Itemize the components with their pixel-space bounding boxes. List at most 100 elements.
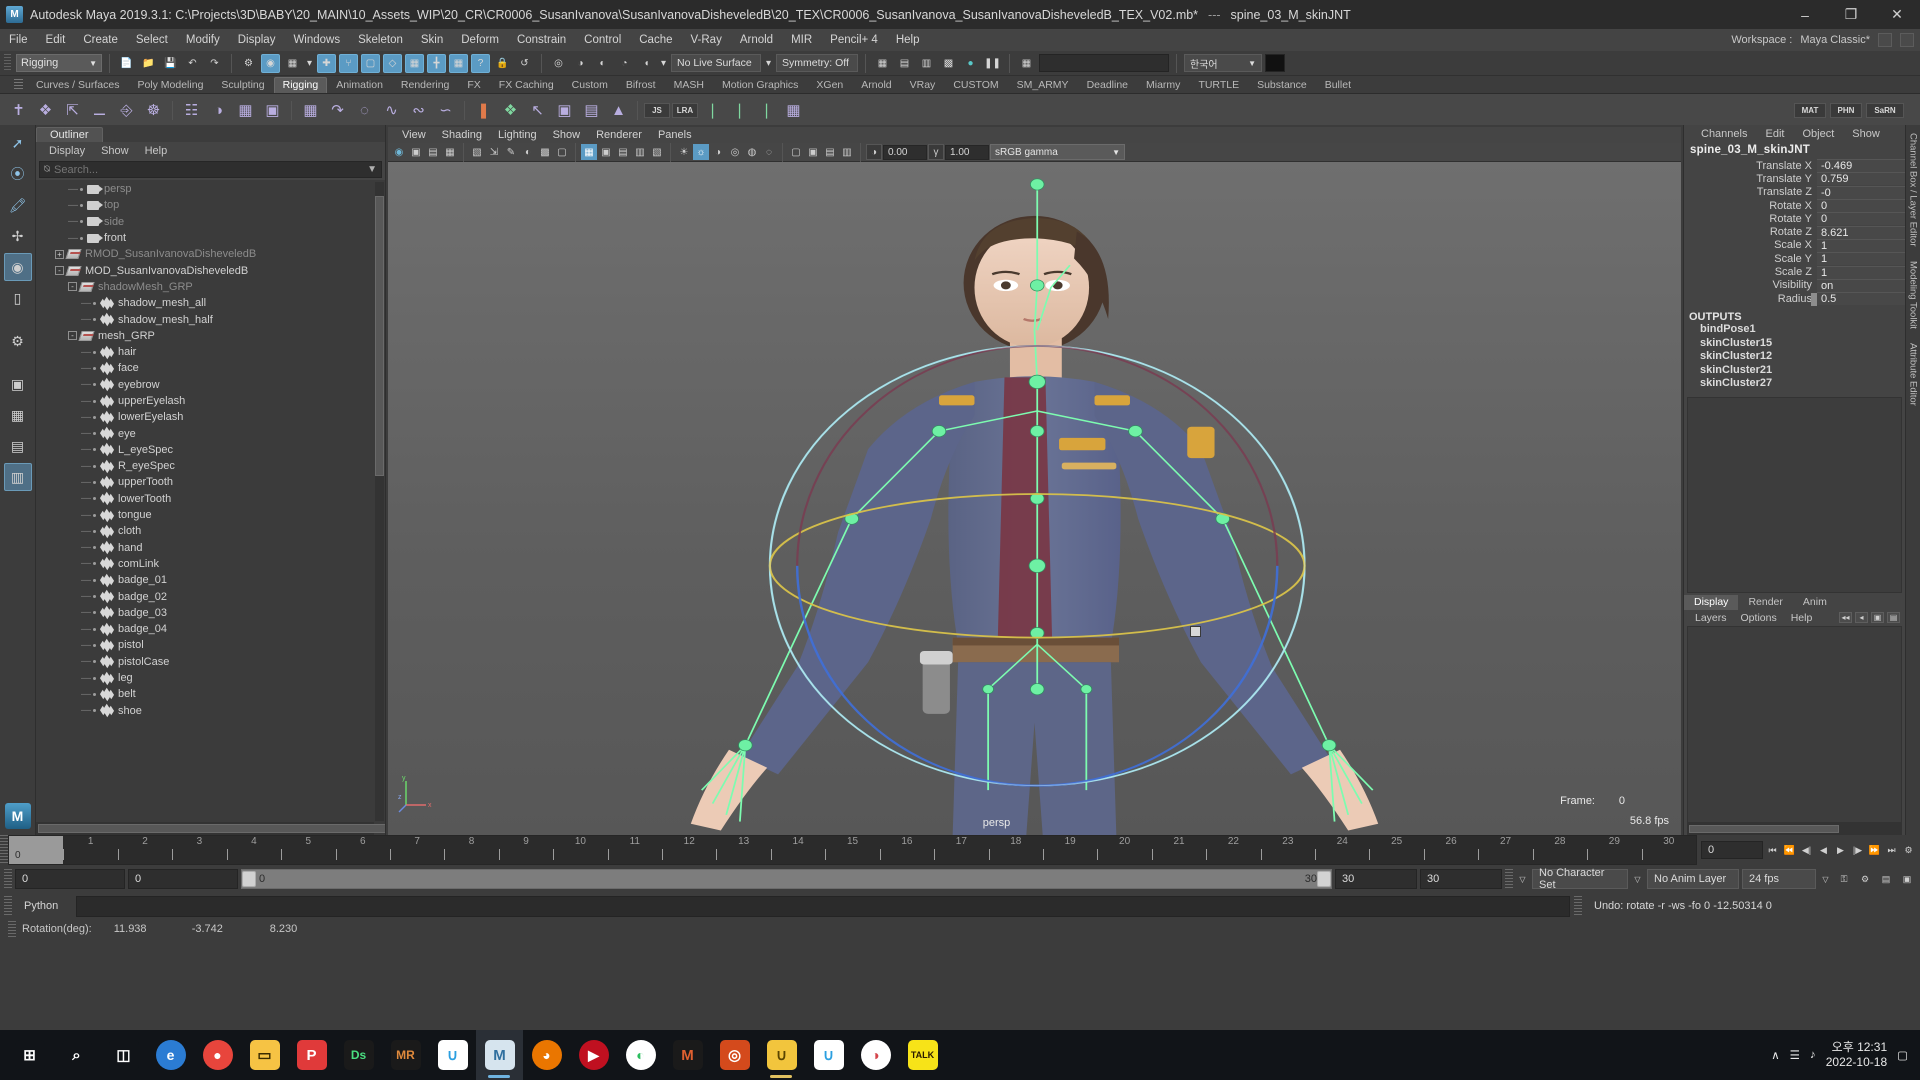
scrollbar-thumb[interactable] xyxy=(1689,825,1839,834)
outliner-item-front[interactable]: — front xyxy=(36,230,385,246)
outliner-item-l-eyespec[interactable]: — L_eyeSpec xyxy=(36,442,385,458)
gate-mask-icon[interactable]: ▩ xyxy=(537,144,553,160)
shelf-tab-fx-caching[interactable]: FX Caching xyxy=(489,77,563,93)
copy-skin-weights-icon[interactable]: ▣ xyxy=(260,98,285,123)
shelf-tab-animation[interactable]: Animation xyxy=(327,77,392,93)
shelf-tab-curves-surfaces[interactable]: Curves / Surfaces xyxy=(27,77,129,93)
auto-key-icon[interactable]: ⚿ xyxy=(1835,870,1853,888)
timeline-track[interactable]: 0123456789101112131415161718192021222324… xyxy=(8,835,1697,865)
pause-viewport-icon[interactable]: ❚❚ xyxy=(983,54,1002,73)
substance-icon[interactable]: ◎ xyxy=(711,1030,758,1080)
outliner-item-eye[interactable]: — eye xyxy=(36,425,385,441)
lattice-deformer-icon[interactable]: ▦ xyxy=(298,98,323,123)
menu-create[interactable]: Create xyxy=(74,29,127,51)
xray-icon[interactable]: ▣ xyxy=(805,144,821,160)
select-object-icon[interactable]: ◉ xyxy=(261,53,280,73)
redo-icon[interactable]: ↷ xyxy=(205,54,224,73)
ik-handle-tool-icon[interactable]: ❖ xyxy=(33,98,58,123)
snap-view-plane-icon[interactable]: ▦ xyxy=(405,53,424,73)
channel-value-field[interactable]: -0 xyxy=(1817,185,1905,199)
outliner-menu-help[interactable]: Help xyxy=(137,145,176,157)
step-back-frame-icon[interactable]: ◀| xyxy=(1799,843,1814,858)
js-shelf-button[interactable]: JS xyxy=(644,102,670,118)
wireframe-shading-icon[interactable]: ▦ xyxy=(581,144,597,160)
outliner-item-badge-04[interactable]: — badge_04 xyxy=(36,621,385,637)
flat-shade-icon[interactable]: ▤ xyxy=(615,144,631,160)
menu-arnold[interactable]: Arnold xyxy=(731,29,782,51)
object-menu[interactable]: Object xyxy=(1793,128,1843,140)
shelf-tab-custom[interactable]: CUSTOM xyxy=(944,77,1008,93)
perspective-viewport[interactable]: y x z persp Frame: 0 56.8 fps xyxy=(388,162,1681,835)
tab-anim-layers[interactable]: Anim xyxy=(1793,595,1837,610)
go-to-start-icon[interactable]: ⏮ xyxy=(1765,843,1780,858)
shelf-grip[interactable] xyxy=(14,79,23,91)
image-plane-icon[interactable]: ▧ xyxy=(469,144,485,160)
message-grip[interactable] xyxy=(1574,895,1582,917)
step-back-key-icon[interactable]: ⏪ xyxy=(1782,843,1797,858)
anim-end-field[interactable]: 30 xyxy=(1420,869,1502,889)
play-backwards-icon[interactable]: ◀ xyxy=(1816,843,1831,858)
sarn-shelf-button[interactable]: SaRN xyxy=(1866,102,1904,118)
animation-prefs-icon[interactable]: ▤ xyxy=(1877,870,1895,888)
shelf-tab-motion-graphics[interactable]: Motion Graphics xyxy=(712,77,808,93)
shelf-tab-mash[interactable]: MASH xyxy=(664,77,713,93)
smooth-shade-icon[interactable]: ▣ xyxy=(598,144,614,160)
nonlinear-deformer-icon[interactable]: ∽ xyxy=(433,98,458,123)
tab-channel-box-layer-editor[interactable]: Channel Box / Layer Editor xyxy=(1908,133,1919,247)
menu-file[interactable]: File xyxy=(0,29,37,51)
outliner-item-pistolcase[interactable]: — pistolCase xyxy=(36,654,385,670)
viewport-menu-shading[interactable]: Shading xyxy=(434,129,490,141)
anim-layer-dropdown[interactable]: No Anim Layer xyxy=(1647,869,1739,889)
blend-shape-icon[interactable]: ↷ xyxy=(325,98,350,123)
resolution-gate-icon[interactable]: ▢ xyxy=(554,144,570,160)
shelf-tab-turtle[interactable]: TURTLE xyxy=(1189,77,1249,93)
workspace-value[interactable]: Maya Classic* xyxy=(1800,34,1870,46)
helpline-grip[interactable] xyxy=(8,921,16,937)
chevron-down-icon[interactable]: ▽ xyxy=(1819,869,1832,889)
channel-value-field[interactable]: 1 xyxy=(1817,238,1905,252)
scrollbar-thumb[interactable] xyxy=(38,824,385,833)
app-u2-icon[interactable]: ∪ xyxy=(805,1030,852,1080)
tray-expand-icon[interactable]: ∧ xyxy=(1771,1048,1779,1062)
persp-outliner-layout-icon[interactable]: ▤ xyxy=(4,432,32,460)
xray-joints-icon[interactable]: ▤ xyxy=(822,144,838,160)
evernote-icon[interactable]: ◐ xyxy=(617,1030,664,1080)
xray-active-components-icon[interactable]: ▥ xyxy=(839,144,855,160)
snap-uv-icon[interactable]: ╋ xyxy=(427,53,446,73)
viewport-menu-show[interactable]: Show xyxy=(545,129,589,141)
layer-list[interactable] xyxy=(1687,626,1902,824)
menu-display[interactable]: Display xyxy=(229,29,285,51)
insert-joint-tool-icon[interactable]: ⚊ xyxy=(87,98,112,123)
chrome-icon[interactable]: ● xyxy=(194,1030,241,1080)
photoshop-icon[interactable]: P xyxy=(288,1030,335,1080)
menu-edit[interactable]: Edit xyxy=(37,29,75,51)
save-scene-icon[interactable]: 💾 xyxy=(161,54,180,73)
workspace-settings-icon[interactable] xyxy=(1878,33,1892,47)
snap-grid2-icon[interactable]: ▦ xyxy=(449,53,468,73)
mega-icon[interactable]: M xyxy=(664,1030,711,1080)
kakaotalk-icon[interactable]: TALK xyxy=(899,1030,946,1080)
lock-icon[interactable]: 🔒 xyxy=(493,54,512,73)
outliner-item-top[interactable]: — top xyxy=(36,197,385,213)
minimize-button[interactable]: – xyxy=(1782,0,1828,29)
outliner-item-face[interactable]: — face xyxy=(36,360,385,376)
outliner-menu-display[interactable]: Display xyxy=(41,145,93,157)
symmetry-field[interactable]: Symmetry: Off xyxy=(776,54,858,72)
motion-blur-icon[interactable]: ◍ xyxy=(744,144,760,160)
options-menu[interactable]: Options xyxy=(1734,612,1784,624)
network-icon[interactable]: ☰ xyxy=(1790,1048,1800,1062)
range-start-handle[interactable] xyxy=(242,871,256,887)
outliner-tree[interactable]: — persp — top — side — front + RMOD_SusanIvanovaD… xyxy=(36,180,385,835)
help-snap-icon[interactable]: ? xyxy=(471,53,490,73)
output-node-skincluster21[interactable]: skinCluster21 xyxy=(1684,364,1905,378)
shelf-tab-poly-modeling[interactable]: Poly Modeling xyxy=(128,77,213,93)
control-rig-icon[interactable]: ❘ xyxy=(754,98,779,123)
expander-toggle-icon[interactable]: - xyxy=(68,282,77,292)
maya-taskbar-icon[interactable]: M xyxy=(476,1030,523,1080)
expander-toggle-icon[interactable]: + xyxy=(55,249,64,259)
outliner-item-side[interactable]: — side xyxy=(36,214,385,230)
viewport-menu-view[interactable]: View xyxy=(394,129,434,141)
lock-workspace-icon[interactable] xyxy=(1900,33,1914,47)
app-u-icon[interactable]: ∪ xyxy=(429,1030,476,1080)
wrap-deformer-icon[interactable]: ∾ xyxy=(406,98,431,123)
